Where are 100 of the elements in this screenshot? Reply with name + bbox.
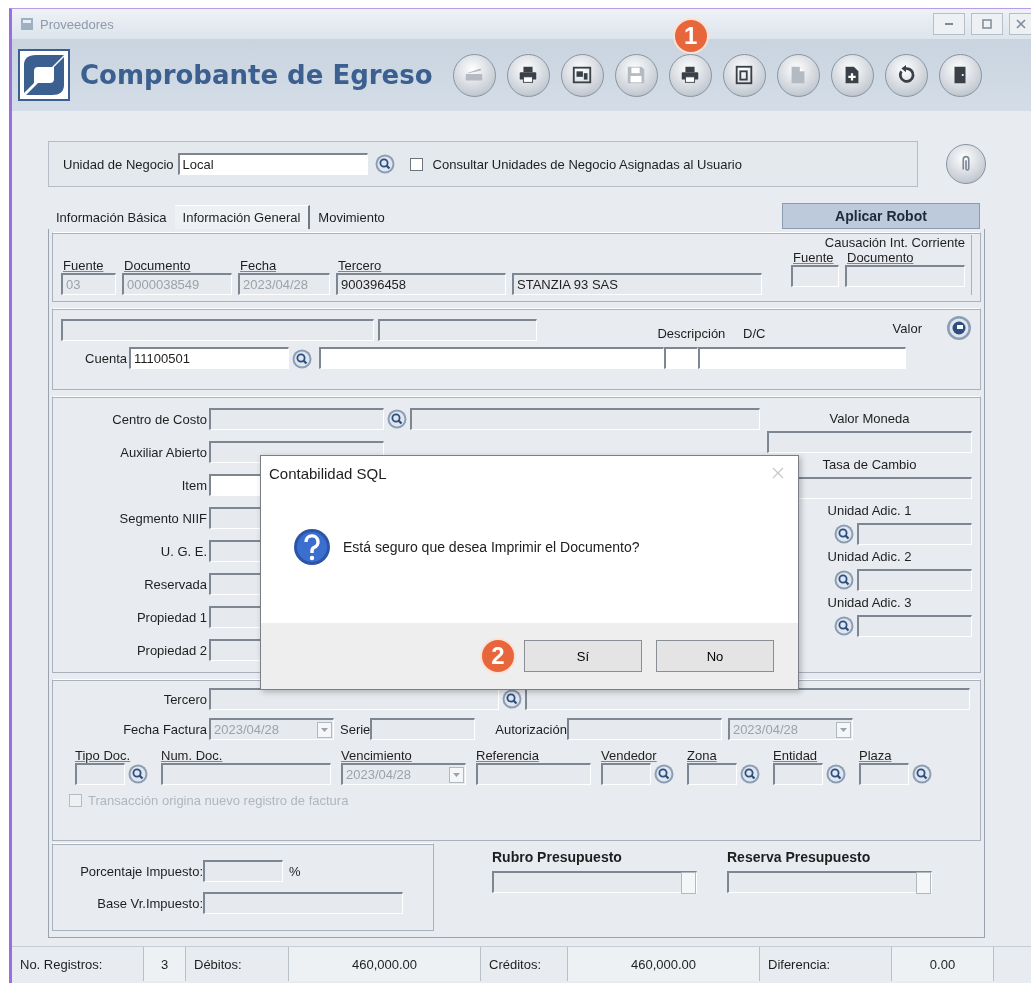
disc-icon[interactable]: [946, 315, 972, 341]
field-label: Descripción: [657, 326, 726, 341]
search-icon[interactable]: [740, 764, 760, 784]
field-label: Propiedad 2: [135, 642, 208, 658]
input-field[interactable]: [525, 688, 970, 710]
search-icon[interactable]: [654, 764, 674, 784]
minimize-button[interactable]: [933, 13, 965, 35]
input-field[interactable]: STANZIA 93 SAS: [512, 273, 762, 295]
input-field[interactable]: [698, 347, 906, 369]
input-field[interactable]: [203, 860, 283, 882]
input-field[interactable]: [773, 763, 823, 785]
field-label: Reservada: [143, 576, 208, 592]
group-title: Reserva Presupuesto: [727, 849, 872, 865]
input-field[interactable]: [319, 347, 664, 369]
maximize-icon: [981, 18, 993, 30]
field-label: Cuenta: [85, 350, 127, 366]
field-label: Vendedor: [601, 748, 657, 763]
input-field[interactable]: [410, 408, 760, 430]
dropdown[interactable]: [492, 871, 697, 893]
field-label: Transacción origina nuevo registro de factura: [88, 793, 349, 808]
field-label: Consultar Unidades de Negocio Asignadas al Usuario: [432, 156, 742, 172]
search-icon[interactable]: [128, 764, 148, 784]
field-label: Unidad de Negocio: [63, 156, 174, 172]
input-field[interactable]: [767, 431, 972, 453]
dialog-button[interactable]: Sí: [524, 640, 642, 672]
search-icon[interactable]: [826, 764, 846, 784]
app-icon: [20, 17, 34, 31]
field-label: Unidad Adic. 2: [827, 548, 912, 566]
group-title: Rubro Presupuesto: [492, 849, 623, 865]
maximize-button[interactable]: [971, 13, 1003, 35]
form-title: Comprobante de Egreso: [80, 60, 433, 90]
checkbox[interactable]: [409, 157, 423, 171]
input-field[interactable]: [791, 265, 839, 287]
field-label: Propiedad 1: [135, 609, 208, 625]
apply-robot-button[interactable]: Aplicar Robot: [782, 203, 980, 229]
field-label: Segmento NIIF: [118, 510, 208, 526]
status-value: 460,000.00: [289, 947, 481, 981]
input-field[interactable]: [378, 319, 538, 341]
status-value: 3: [144, 947, 186, 981]
search-icon[interactable]: [374, 154, 395, 174]
field-label: Base Vr.Impuesto:: [96, 895, 203, 911]
status-value: 460,000.00: [568, 947, 760, 981]
tab[interactable]: Información General: [174, 205, 311, 229]
input-field[interactable]: [476, 763, 591, 785]
field-label: Item: [180, 477, 208, 493]
input-field[interactable]: [566, 718, 722, 740]
input-field[interactable]: [687, 763, 737, 785]
input-field[interactable]: 11100501: [129, 347, 289, 369]
dialog-title: Contabilidad SQL: [269, 464, 387, 482]
field-label: Serie: [340, 721, 371, 737]
field-label: Fuente: [62, 258, 104, 273]
search-icon[interactable]: [502, 689, 522, 709]
input-field[interactable]: [161, 763, 331, 785]
field-label: U. G. E.: [159, 543, 208, 559]
caret-icon[interactable]: [835, 721, 851, 738]
field-label: Tercero: [162, 691, 208, 707]
field-label: Tipo Doc.: [75, 748, 131, 763]
field-label: Auxiliar Abierto: [119, 444, 208, 460]
input-field[interactable]: [664, 347, 698, 369]
caret-icon[interactable]: [449, 766, 464, 783]
field-label: Num. Doc.: [161, 748, 223, 763]
close-button[interactable]: [1009, 13, 1031, 35]
input-field[interactable]: [75, 763, 125, 785]
input-field[interactable]: [209, 688, 499, 710]
search-icon[interactable]: [834, 524, 854, 544]
input-field[interactable]: [601, 763, 651, 785]
dropdown[interactable]: [727, 871, 932, 893]
search-icon[interactable]: [292, 349, 312, 369]
field-label: Valor Moneda: [829, 410, 910, 428]
field-label: D/C: [743, 326, 766, 341]
search-icon[interactable]: [834, 616, 854, 636]
search-icon[interactable]: [912, 764, 932, 784]
field-label: Autorización: [495, 721, 567, 737]
input-field[interactable]: [203, 892, 403, 914]
input-field[interactable]: [845, 265, 965, 287]
input-field[interactable]: [857, 523, 972, 545]
close-icon: [1015, 18, 1027, 30]
input-field[interactable]: [857, 569, 972, 591]
group-title: Causación Int. Corriente: [824, 235, 965, 250]
input-field[interactable]: [859, 763, 909, 785]
field-label: Vencimiento: [341, 748, 412, 763]
printer-button[interactable]: [668, 53, 712, 97]
input-field[interactable]: 900396458: [336, 273, 506, 295]
input-field[interactable]: [857, 615, 972, 637]
field-label: Entidad: [773, 748, 818, 763]
search-icon[interactable]: [834, 570, 854, 590]
input-field[interactable]: Local: [177, 153, 368, 175]
tab[interactable]: Movimiento: [310, 206, 393, 229]
dialog-button[interactable]: No: [656, 640, 774, 672]
field-label: Centro de Costo: [111, 411, 208, 427]
input-field[interactable]: [61, 319, 375, 341]
caret-icon[interactable]: [317, 721, 332, 738]
field-label: Unidad Adic. 1: [827, 502, 912, 520]
field-label: Fecha Factura: [122, 721, 208, 737]
tab[interactable]: Información Básica: [48, 206, 175, 229]
input-field[interactable]: [370, 718, 476, 740]
field-label: Plaza: [859, 748, 892, 763]
search-icon[interactable]: [387, 409, 407, 429]
field-label: Tasa de Cambio: [822, 456, 917, 474]
attachment-button[interactable]: [946, 144, 986, 184]
